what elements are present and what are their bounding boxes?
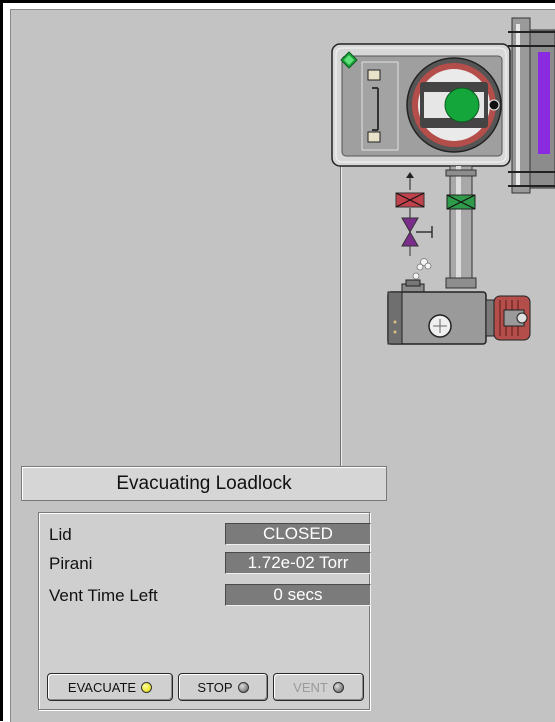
vent-time-label: Vent Time Left xyxy=(49,586,158,605)
grey-led-icon xyxy=(332,681,344,693)
vent-button[interactable]: VENT xyxy=(273,673,364,701)
readout-row-vent-time: Vent Time Left 0 secs xyxy=(49,584,371,606)
pirani-label: Pirani xyxy=(49,554,93,573)
pirani-value: 1.72e-02 Torr xyxy=(225,552,371,574)
readout-row-pirani: Pirani 1.72e-02 Torr xyxy=(49,552,371,574)
yellow-led-icon xyxy=(141,681,153,693)
divider-line-highlight xyxy=(341,165,342,467)
vent-time-value: 0 secs xyxy=(225,584,371,606)
grey-led-icon xyxy=(237,681,249,693)
status-bar: Evacuating Loadlock xyxy=(21,466,387,501)
stop-button[interactable]: STOP xyxy=(178,673,268,701)
vent-button-label: VENT xyxy=(293,679,328,695)
readout-row-lid: Lid CLOSED xyxy=(49,523,371,545)
lid-value: CLOSED xyxy=(225,523,371,545)
lid-label: Lid xyxy=(49,525,72,544)
evacuate-button-label: EVACUATE xyxy=(67,679,137,695)
loadlock-info-panel: Lid CLOSED Pirani 1.72e-02 Torr Vent Tim… xyxy=(38,512,371,710)
evacuate-button[interactable]: EVACUATE xyxy=(47,673,173,701)
stop-button-label: STOP xyxy=(197,679,233,695)
status-text: Evacuating Loadlock xyxy=(116,472,292,494)
